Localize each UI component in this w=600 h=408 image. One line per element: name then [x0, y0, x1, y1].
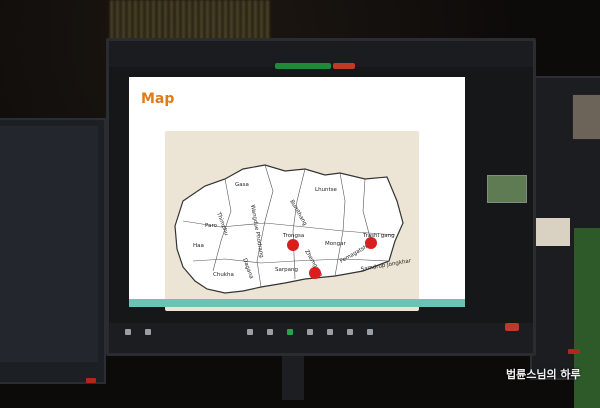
map-label: Paro — [205, 223, 218, 229]
document-image — [536, 218, 570, 246]
marker-trongsa — [287, 239, 299, 251]
chat-icon — [267, 329, 273, 335]
share-indicator[interactable] — [275, 63, 331, 69]
record-icon — [307, 329, 313, 335]
stop-share-button[interactable] — [333, 63, 355, 69]
share-button[interactable] — [281, 329, 299, 337]
presentation-slide: Map Gasa Lhuntse Bumthang Thimphu Wangdu… — [129, 77, 465, 311]
left-monitor — [0, 118, 106, 384]
map-label: Chukha — [213, 272, 234, 278]
right-monitor — [530, 76, 600, 408]
mute-button[interactable] — [119, 329, 137, 337]
participant-thumbnail[interactable] — [487, 175, 527, 203]
map-label: Lhuntse — [315, 187, 338, 193]
more-icon — [367, 329, 373, 335]
camera-icon — [145, 329, 151, 335]
bhutan-map: Gasa Lhuntse Bumthang Thimphu Wangdue Ph… — [165, 131, 419, 311]
record-indicator — [568, 349, 580, 354]
share-screen-icon — [287, 329, 293, 335]
chat-button[interactable] — [261, 329, 279, 337]
map-label: Mongar — [325, 241, 346, 247]
more-button[interactable] — [361, 329, 379, 337]
map-label: Trongsa — [282, 233, 304, 239]
end-meeting-button[interactable] — [505, 323, 519, 331]
portrait-image — [572, 94, 600, 140]
participants-button[interactable] — [241, 329, 259, 337]
map-svg: Gasa Lhuntse Bumthang Thimphu Wangdue Ph… — [174, 164, 412, 294]
apps-icon — [347, 329, 353, 335]
smile-icon — [327, 329, 333, 335]
meeting-toolbar — [109, 323, 533, 353]
record-indicator — [86, 378, 96, 383]
map-label: Trashi gang — [362, 233, 395, 239]
map-label: Haa — [193, 243, 204, 249]
marker-trashigang — [365, 237, 377, 249]
marker-zhemgang — [309, 267, 321, 279]
record-button[interactable] — [301, 329, 319, 337]
reactions-button[interactable] — [321, 329, 339, 337]
apps-button[interactable] — [341, 329, 359, 337]
mic-icon — [125, 329, 131, 335]
watermark-text: 법륜스님의 하루 — [506, 368, 581, 381]
map-label: Gasa — [235, 182, 249, 188]
map-label: Sarpang — [275, 267, 298, 273]
main-monitor: Map Gasa Lhuntse Bumthang Thimphu Wangdu… — [106, 38, 536, 356]
slide-footer-bar — [129, 299, 465, 307]
slide-title: Map — [141, 91, 175, 107]
people-icon — [247, 329, 253, 335]
video-button[interactable] — [139, 329, 157, 337]
